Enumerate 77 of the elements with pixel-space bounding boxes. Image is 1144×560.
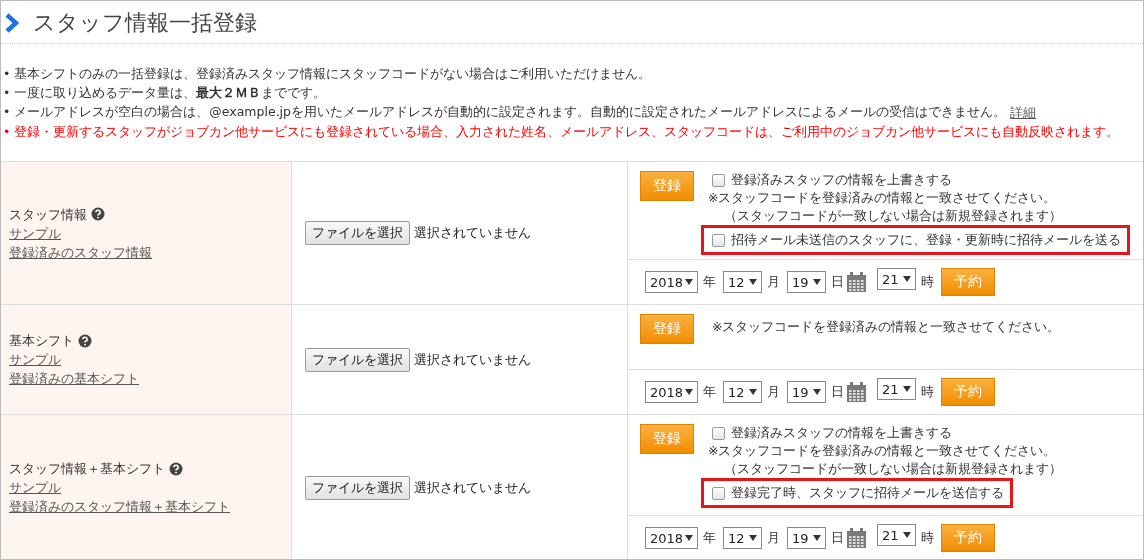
year-select[interactable]: 2018: [645, 381, 698, 403]
download-link[interactable]: 登録済みの基本シフト: [9, 369, 139, 388]
help-icon[interactable]: [169, 461, 183, 476]
details-link[interactable]: 詳細: [1010, 103, 1037, 122]
dropdown-arrow-icon: [903, 532, 911, 538]
dropdown-arrow-icon: [813, 389, 821, 395]
year-unit: 年: [703, 383, 716, 401]
dropdown-arrow-icon: [749, 535, 757, 541]
day-unit: 日: [831, 273, 844, 291]
dropdown-arrow-icon: [685, 279, 693, 285]
choose-file-button[interactable]: ファイルを選択: [305, 221, 410, 245]
checkbox[interactable]: [712, 233, 725, 247]
calendar-icon[interactable]: [847, 272, 866, 292]
note-text: • 一度に取り込めるデータ量は、最大２ＭＢまでです。: [3, 84, 328, 102]
day-select[interactable]: 19: [787, 527, 826, 549]
month-select[interactable]: 12: [723, 271, 762, 293]
day-select[interactable]: 19: [787, 271, 826, 293]
hour-select[interactable]: 21: [877, 524, 916, 546]
dropdown-arrow-icon: [685, 535, 693, 541]
day-select[interactable]: 19: [787, 381, 826, 403]
year-select[interactable]: 2018: [645, 527, 698, 549]
hour-select[interactable]: 21: [877, 268, 916, 290]
note-text: ※スタッフコードを登録済みの情報と一致させてください。: [708, 189, 1058, 207]
file-status: 選択されていません: [414, 478, 531, 497]
download-link[interactable]: 登録済みのスタッフ情報＋基本シフト: [9, 497, 230, 516]
choose-file-button[interactable]: ファイルを選択: [305, 475, 410, 500]
page-title: スタッフ情報一括登録: [33, 9, 257, 37]
download-link[interactable]: 登録済みのスタッフ情報: [9, 242, 152, 262]
hour-select[interactable]: 21: [877, 378, 916, 400]
download-link[interactable]: サンプル: [9, 350, 61, 369]
section-label: 基本シフト: [9, 332, 74, 350]
checkbox-label: 登録済みスタッフの情報を上書きする: [731, 424, 952, 442]
section-label: スタッフ情報: [9, 205, 87, 224]
month-unit: 月: [767, 383, 780, 401]
calendar-icon[interactable]: [847, 382, 866, 402]
checkbox-label: 招待メール未送信のスタッフに、登録・更新時に招待メールを送る: [731, 231, 1121, 249]
dropdown-arrow-icon: [685, 389, 693, 395]
month-select[interactable]: 12: [723, 527, 762, 549]
file-status: 選択されていません: [414, 224, 531, 242]
section-label: スタッフ情報＋基本シフト: [9, 460, 165, 478]
help-icon[interactable]: [78, 333, 92, 348]
day-unit: 日: [831, 383, 844, 401]
hour-unit: 時: [921, 529, 934, 547]
dropdown-arrow-icon: [903, 276, 911, 282]
dropdown-arrow-icon: [749, 279, 757, 285]
year-unit: 年: [703, 273, 716, 291]
note-text: （スタッフコードが一致しない場合は新規登録されます）: [723, 460, 1062, 478]
hour-unit: 時: [921, 383, 934, 401]
checkbox-label: 登録済みスタッフの情報を上書きする: [731, 171, 952, 189]
checkbox[interactable]: [712, 173, 725, 187]
note-text: ※スタッフコードを登録済みの情報と一致させてください。: [712, 318, 1061, 336]
hour-unit: 時: [921, 273, 934, 291]
choose-file-button[interactable]: ファイルを選択: [305, 347, 410, 372]
download-link[interactable]: サンプル: [9, 478, 61, 497]
note-text: ※スタッフコードを登録済みの情報と一致させてください。: [708, 442, 1058, 460]
month-unit: 月: [767, 529, 780, 547]
month-unit: 月: [767, 273, 780, 291]
checkbox-label: 登録完了時、スタッフに招待メールを送信する: [731, 484, 1004, 502]
note-text: （スタッフコードが一致しない場合は新規登録されます）: [723, 207, 1063, 225]
note-text: • メールアドレスが空白の場合は、@example.jpを用いたメールアドレスが自動的に設定されます。自動的に設定されたメールアドレスによるメールの受信はできません。: [3, 103, 1007, 121]
checkbox[interactable]: [712, 426, 725, 440]
download-link[interactable]: サンプル: [9, 223, 61, 243]
dropdown-arrow-icon: [903, 386, 911, 392]
day-unit: 日: [831, 529, 844, 547]
help-icon[interactable]: [91, 207, 105, 221]
month-select[interactable]: 12: [723, 381, 762, 403]
note-text: • 基本シフトのみの一括登録は、登録済みスタッフ情報にスタッフコードがない場合はご利用いただけません。: [3, 65, 653, 83]
dropdown-arrow-icon: [813, 279, 821, 285]
calendar-icon[interactable]: [847, 528, 866, 548]
file-status: 選択されていません: [414, 350, 531, 369]
dropdown-arrow-icon: [749, 389, 757, 395]
year-select[interactable]: 2018: [645, 271, 698, 293]
year-unit: 年: [703, 529, 716, 547]
dropdown-arrow-icon: [813, 535, 821, 541]
checkbox[interactable]: [712, 486, 725, 500]
chevron-icon: [5, 13, 19, 33]
warning-text: • 登録・更新するスタッフがジョブカン他サービスにも登録されている場合、入力された姓名、メールアドレス、スタッフコードは、ご利用中のジョブカン他サービスにも自動反映されます。: [3, 123, 1121, 141]
